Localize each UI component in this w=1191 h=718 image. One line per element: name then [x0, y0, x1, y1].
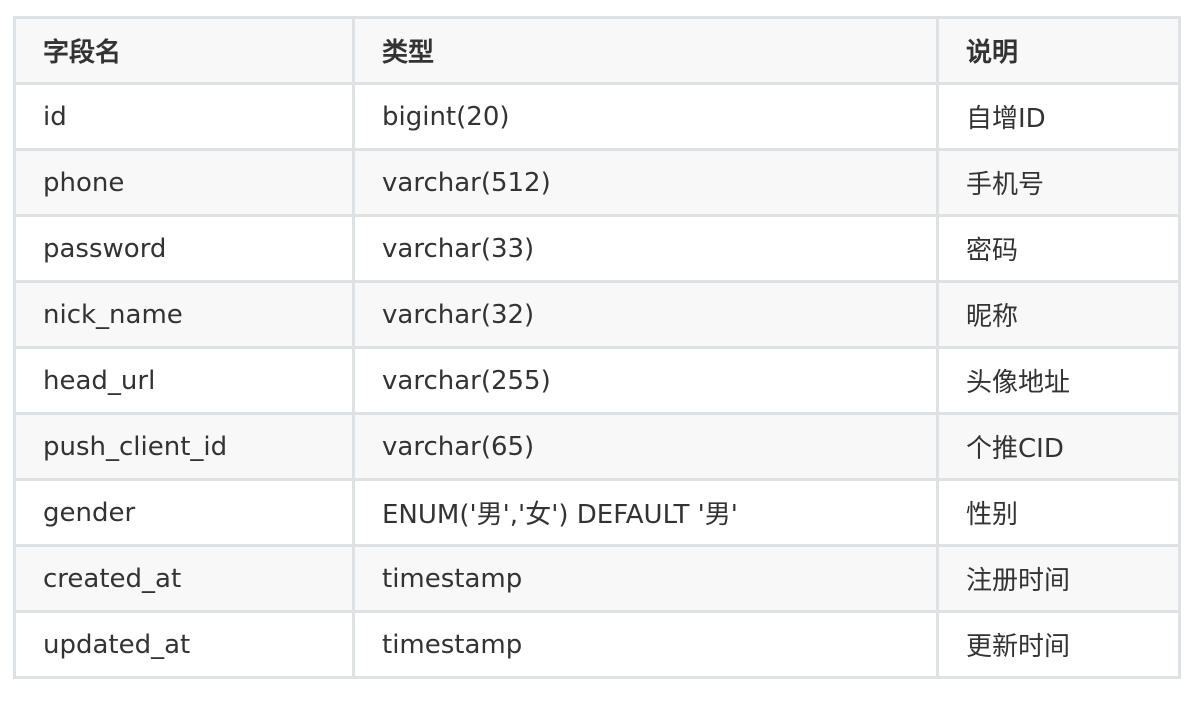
type-cell: bigint(20) [352, 82, 939, 151]
table-row: push_client_id varchar(65) 个推CID [13, 412, 1181, 481]
table-row: gender ENUM('男','女') DEFAULT '男' 性别 [13, 478, 1181, 547]
type-cell: varchar(33) [352, 214, 939, 283]
type-cell: timestamp [352, 610, 939, 679]
field-name-cell: updated_at [13, 610, 355, 679]
table-row: head_url varchar(255) 头像地址 [13, 346, 1181, 415]
description-cell: 头像地址 [936, 346, 1181, 415]
field-name-cell: push_client_id [13, 412, 355, 481]
table-body: id bigint(20) 自增ID phone varchar(512) 手机… [13, 82, 1181, 679]
header-field-name: 字段名 [13, 16, 355, 85]
table-row: updated_at timestamp 更新时间 [13, 610, 1181, 679]
description-cell: 手机号 [936, 148, 1181, 217]
type-cell: varchar(32) [352, 280, 939, 349]
table-row: nick_name varchar(32) 昵称 [13, 280, 1181, 349]
field-name-cell: created_at [13, 544, 355, 613]
field-name-cell: nick_name [13, 280, 355, 349]
description-cell: 更新时间 [936, 610, 1181, 679]
header-type: 类型 [352, 16, 939, 85]
header-row: 字段名 类型 说明 [13, 16, 1181, 85]
description-cell: 自增ID [936, 82, 1181, 151]
type-cell: varchar(255) [352, 346, 939, 415]
type-cell: varchar(65) [352, 412, 939, 481]
table-row: phone varchar(512) 手机号 [13, 148, 1181, 217]
description-cell: 性别 [936, 478, 1181, 547]
type-cell: ENUM('男','女') DEFAULT '男' [352, 478, 939, 547]
description-cell: 注册时间 [936, 544, 1181, 613]
description-cell: 密码 [936, 214, 1181, 283]
field-name-cell: gender [13, 478, 355, 547]
field-name-cell: head_url [13, 346, 355, 415]
field-name-cell: password [13, 214, 355, 283]
type-cell: varchar(512) [352, 148, 939, 217]
type-cell: timestamp [352, 544, 939, 613]
table-row: id bigint(20) 自增ID [13, 82, 1181, 151]
table-row: created_at timestamp 注册时间 [13, 544, 1181, 613]
field-name-cell: phone [13, 148, 355, 217]
description-cell: 个推CID [936, 412, 1181, 481]
schema-table: 字段名 类型 说明 id bigint(20) 自增ID phone varch… [13, 16, 1181, 679]
table-header: 字段名 类型 说明 [13, 16, 1181, 85]
field-name-cell: id [13, 82, 355, 151]
table-row: password varchar(33) 密码 [13, 214, 1181, 283]
header-description: 说明 [936, 16, 1181, 85]
description-cell: 昵称 [936, 280, 1181, 349]
